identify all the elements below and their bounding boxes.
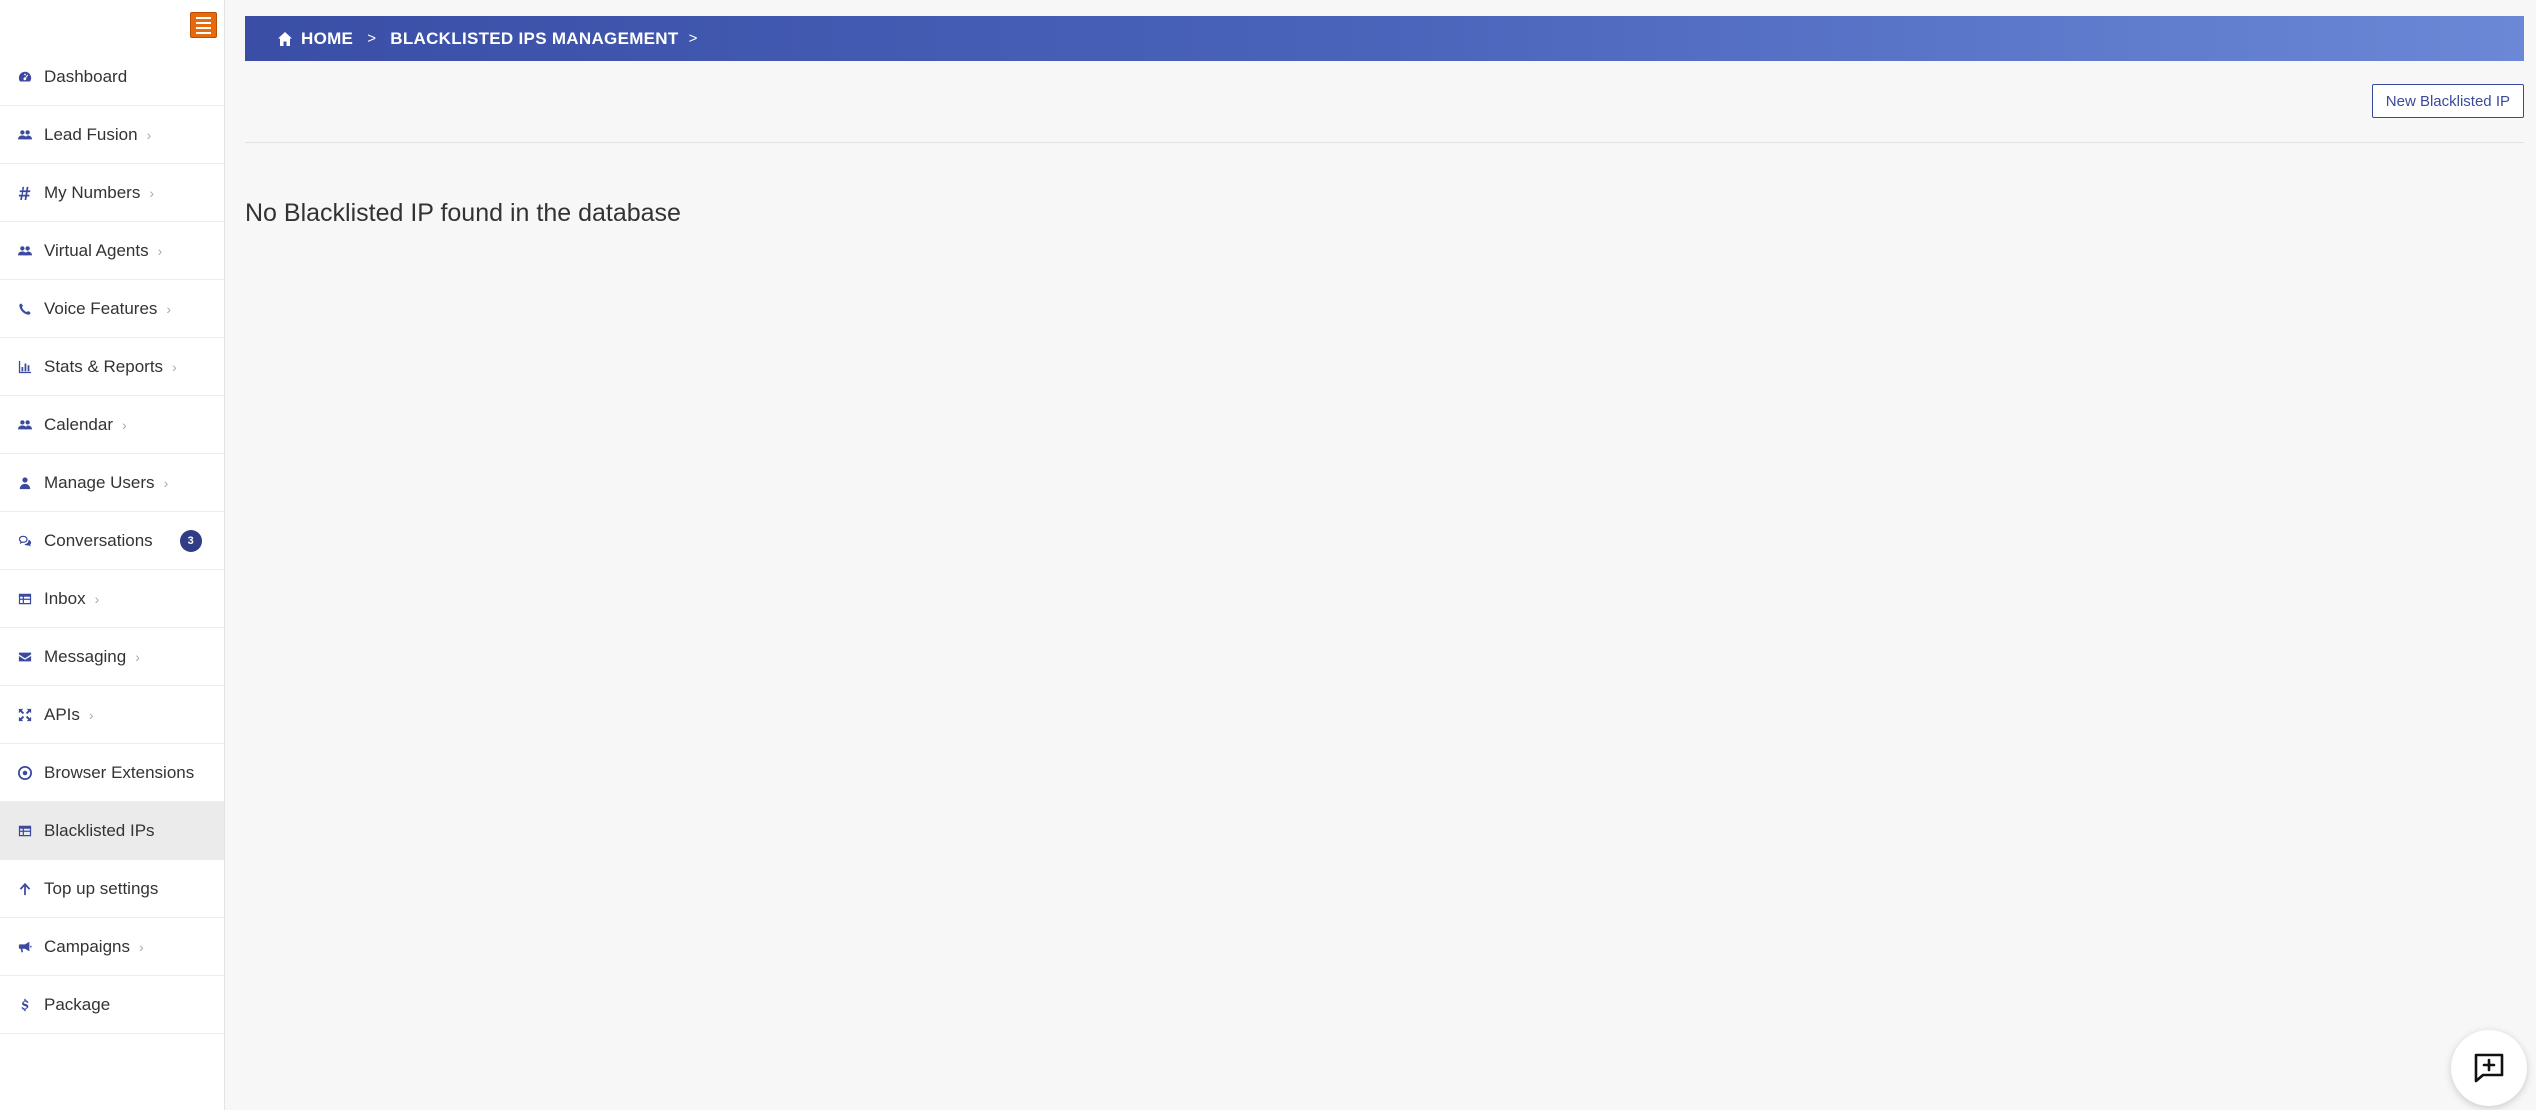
sidebar-item-label: Manage Users (44, 472, 155, 492)
chevron-right-icon: › (166, 300, 172, 317)
comments-icon (16, 534, 34, 548)
chevron-right-icon: › (163, 474, 169, 491)
sidebar-header (0, 0, 224, 48)
breadcrumb-home[interactable]: HOME (301, 29, 353, 49)
table-icon (16, 824, 34, 838)
sidebar-item-apis[interactable]: APIs › (0, 686, 224, 744)
toolbar: New Blacklisted IP (245, 61, 2524, 143)
new-chat-button[interactable] (2451, 1030, 2527, 1106)
chevron-right-icon: › (88, 706, 94, 723)
sidebar-item-campaigns[interactable]: Campaigns › (0, 918, 224, 976)
breadcrumb-separator: > (688, 30, 698, 47)
notification-badge: 3 (179, 529, 202, 552)
sidebar-item-label: Voice Features (44, 298, 158, 318)
sidebar-item-label: Campaigns (44, 936, 130, 956)
users-icon (16, 418, 34, 432)
sidebar-item-inbox[interactable]: Inbox › (0, 570, 224, 628)
breadcrumb-separator: > (367, 30, 377, 47)
sidebar-item-label: Virtual Agents (44, 240, 149, 260)
new-blacklisted-ip-button[interactable]: New Blacklisted IP (2371, 84, 2524, 118)
sidebar-item-label: Browser Extensions (44, 762, 195, 782)
chevron-right-icon: › (122, 416, 127, 433)
sidebar-item-label: Dashboard (44, 66, 128, 86)
sidebar-item-blacklisted-ips[interactable]: Blacklisted IPs (0, 802, 224, 860)
envelope-icon (16, 650, 34, 664)
menu-toggle-button[interactable] (190, 12, 217, 38)
chevron-right-icon: › (135, 648, 140, 665)
breadcrumb-current: BLACKLISTED IPS MANAGEMENT (390, 28, 679, 48)
user-tie-icon (16, 476, 34, 490)
sidebar-item-label: Blacklisted IPs (44, 820, 155, 840)
sidebar-item-conversations[interactable]: Conversations 3 (0, 512, 224, 570)
chevron-right-icon: › (172, 358, 177, 375)
sidebar-item-package[interactable]: Package (0, 976, 224, 1034)
sidebar-nav: Dashboard Lead Fusion › My Numbers › Virtual … (0, 48, 224, 1034)
sidebar-item-label: Conversations (44, 530, 153, 550)
sidebar-item-dashboard[interactable]: Dashboard (0, 48, 224, 106)
sidebar-item-browser-extensions[interactable]: Browser Extensions (0, 744, 224, 802)
empty-state-message: No Blacklisted IP found in the database (245, 199, 681, 227)
bullhorn-icon (16, 940, 34, 954)
chrome-icon (16, 765, 34, 780)
chevron-right-icon: › (149, 184, 155, 201)
chevron-right-icon: › (157, 242, 163, 259)
hash-icon (16, 186, 34, 200)
chevron-right-icon: › (146, 126, 152, 143)
home-icon (278, 31, 292, 46)
sidebar-item-label: Inbox (44, 588, 86, 608)
breadcrumb: HOME > BLACKLISTED IPS MANAGEMENT > (245, 16, 2524, 61)
sidebar-item-label: Package (44, 994, 111, 1014)
sidebar-item-calendar[interactable]: Calendar › (0, 396, 224, 454)
sidebar-item-messaging[interactable]: Messaging › (0, 628, 224, 686)
table-icon (16, 592, 34, 606)
sidebar-item-virtual-agents[interactable]: Virtual Agents › (0, 222, 224, 280)
sidebar-item-label: Calendar (44, 414, 113, 434)
sidebar-item-label: Top up settings (44, 878, 159, 898)
sidebar-item-top-up-settings[interactable]: Top up settings (0, 860, 224, 918)
arrows-icon (16, 708, 34, 722)
sidebar-item-stats-reports[interactable]: Stats & Reports › (0, 338, 224, 396)
sidebar-item-label: Lead Fusion (44, 124, 138, 144)
dollar-icon (16, 998, 34, 1012)
sidebar-item-my-numbers[interactable]: My Numbers › (0, 164, 224, 222)
sidebar-item-label: Stats & Reports (44, 356, 164, 376)
dashboard-icon (16, 70, 34, 84)
arrow-up-icon (16, 882, 34, 896)
bar-chart-icon (16, 360, 34, 374)
sidebar: Dashboard Lead Fusion › My Numbers › Virtual … (0, 0, 225, 1110)
sidebar-item-label: My Numbers (44, 182, 141, 202)
sidebar-item-voice-features[interactable]: Voice Features › (0, 280, 224, 338)
chat-plus-icon (2474, 1053, 2504, 1083)
users-icon (16, 244, 34, 258)
chevron-right-icon: › (139, 938, 144, 955)
users-icon (16, 128, 34, 142)
phone-icon (16, 302, 34, 316)
sidebar-item-lead-fusion[interactable]: Lead Fusion › (0, 106, 224, 164)
sidebar-item-label: APIs (44, 704, 80, 724)
hamburger-icon (196, 16, 211, 19)
main-content: HOME > BLACKLISTED IPS MANAGEMENT > New … (245, 16, 2524, 228)
sidebar-item-manage-users[interactable]: Manage Users › (0, 454, 224, 512)
sidebar-item-label: Messaging (44, 646, 127, 666)
chevron-right-icon: › (94, 590, 100, 607)
